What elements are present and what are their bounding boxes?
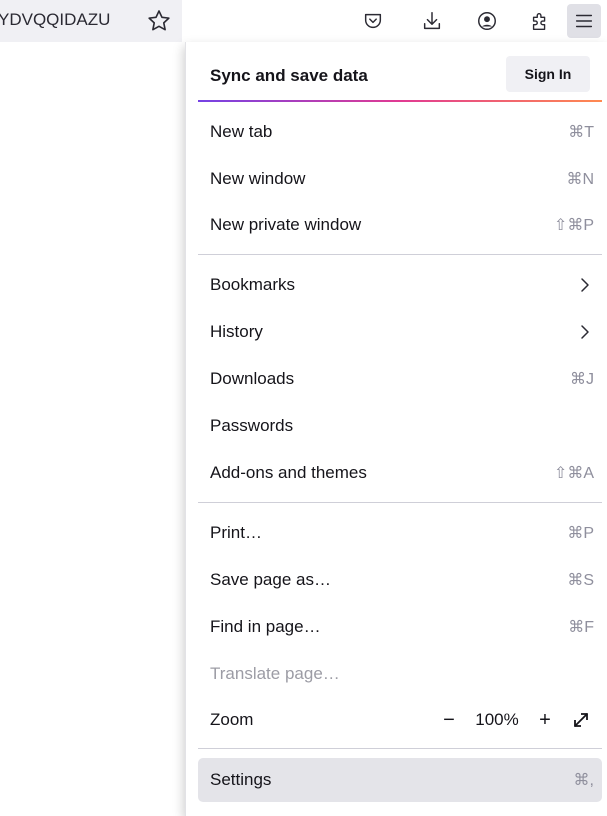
zoom-controls: − 100% + [436,700,594,740]
menu-item-label: Zoom [210,710,254,729]
menu-item-label: New tab [210,122,273,141]
menu-item-downloads[interactable]: Downloads ⌘J [198,359,602,399]
menu-separator [198,254,602,255]
download-icon [423,12,441,30]
account-button[interactable] [470,4,504,38]
menu-item-shortcut: ⌘S [567,572,594,589]
menu-item-shortcut: ⇧⌘P [553,217,594,234]
menu-item-add-ons-and-themes[interactable]: Add-ons and themes ⇧⌘A [198,453,602,493]
downloads-button[interactable] [415,4,449,38]
app-menu-button[interactable] [567,4,601,38]
chevron-right-icon [581,325,589,339]
pocket-icon [364,13,382,29]
menu-item-label: New private window [210,215,362,234]
sync-section: Sync and save data Sign In [198,56,602,96]
zoom-out-button[interactable]: − [436,707,462,733]
account-icon [478,12,496,30]
menu-item-settings[interactable]: Settings ⌘, [198,758,602,802]
pocket-button[interactable] [356,4,390,38]
menu-item-label: Downloads [210,369,295,388]
menu-item-label: Save page as… [210,570,331,589]
accent-divider [198,100,602,102]
menu-item-label: Find in page… [210,617,321,636]
menu-item-shortcut: ⌘, [573,772,594,789]
menu-item-label: History [210,322,263,341]
menu-item-label: Translate page… [210,664,340,683]
browser-toolbar: YDVQQIDAZU [0,0,607,42]
menu-item-new-private-window[interactable]: New private window ⇧⌘P [198,205,602,245]
extensions-icon [532,13,546,30]
menu-item-save-page-as[interactable]: Save page as… ⌘S [198,560,602,600]
address-bar-text[interactable]: YDVQQIDAZU [0,10,134,30]
menu-separator [198,748,602,749]
menu-item-shortcut: ⌘J [570,371,594,388]
menu-item-translate-page: Translate page… [198,654,602,694]
chevron-right-icon [581,278,589,292]
menu-item-passwords[interactable]: Passwords [198,406,602,446]
menu-item-print[interactable]: Print… ⌘P [198,513,602,553]
hamburger-menu-icon [575,14,593,28]
menu-item-find-in-page[interactable]: Find in page… ⌘F [198,607,602,647]
zoom-reset-button[interactable]: 100% [472,710,522,730]
address-bar[interactable]: YDVQQIDAZU [0,0,182,42]
menu-item-new-window[interactable]: New window ⌘N [198,159,602,199]
menu-item-shortcut: ⌘T [568,124,594,141]
menu-item-label: Passwords [210,416,294,435]
menu-item-history[interactable]: History [198,312,602,352]
menu-item-zoom: Zoom − 100% + [198,700,602,740]
menu-item-label: New window [210,169,306,188]
sign-in-button[interactable]: Sign In [506,56,590,92]
menu-item-shortcut: ⌘N [566,171,594,188]
fullscreen-button[interactable] [568,707,594,733]
menu-item-shortcut: ⌘P [567,525,594,542]
menu-item-label: Bookmarks [210,275,296,294]
menu-item-label: Settings [210,770,272,789]
menu-item-shortcut: ⇧⌘A [553,465,594,482]
menu-item-label: Add-ons and themes [210,463,367,482]
menu-separator [198,502,602,503]
menu-item-shortcut: ⌘F [568,619,594,636]
app-menu-panel: Sync and save data Sign In New tab ⌘T Ne… [185,42,607,816]
sync-title: Sync and save data [210,66,368,85]
bookmark-star-icon[interactable] [146,8,172,34]
zoom-in-button[interactable]: + [532,707,558,733]
menu-item-new-tab[interactable]: New tab ⌘T [198,112,602,152]
fullscreen-icon [574,713,588,727]
menu-item-bookmarks[interactable]: Bookmarks [198,265,602,305]
menu-item-label: Print… [210,523,262,542]
extensions-button[interactable] [523,4,557,38]
